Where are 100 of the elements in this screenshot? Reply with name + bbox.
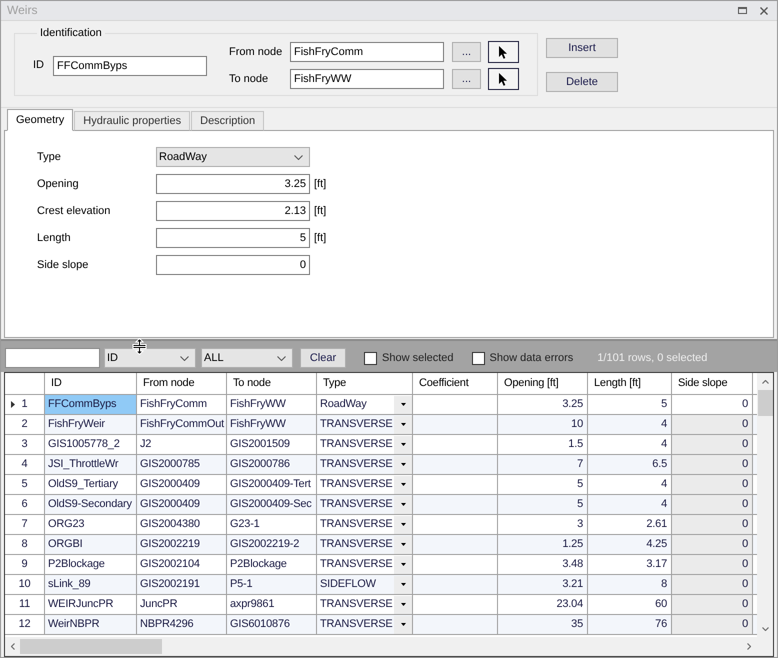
dropdown-button[interactable] — [394, 396, 412, 414]
caret-down-icon — [400, 423, 406, 426]
dropdown-cell[interactable]: TRANSVERSE — [317, 535, 413, 554]
node-field[interactable]: FishFryWW — [290, 69, 444, 89]
row-indicator-icon — [11, 401, 15, 408]
column-header[interactable]: Length [ft] — [588, 373, 672, 394]
table-cell: 0 — [672, 495, 753, 514]
tab[interactable]: Description — [191, 111, 264, 131]
field-label: Crest elevation — [37, 204, 112, 218]
id-field[interactable]: FFCommByps — [53, 56, 207, 76]
filter-field[interactable] — [5, 348, 100, 368]
dropdown-button[interactable] — [394, 476, 412, 494]
dropdown-button[interactable] — [394, 436, 412, 454]
caret-down-icon — [400, 603, 406, 606]
dropdown-cell[interactable]: TRANSVERSE — [317, 595, 413, 614]
dropdown-cell[interactable]: TRANSVERSE — [317, 495, 413, 514]
column-header[interactable]: Opening [ft] — [498, 373, 588, 394]
number-field[interactable]: 2.13 — [156, 201, 310, 221]
dropdown-button[interactable] — [394, 596, 412, 614]
action-button[interactable]: Delete — [546, 72, 618, 92]
column-header[interactable]: From node — [137, 373, 227, 394]
number-field[interactable]: 0 — [156, 255, 310, 275]
scrollbar-thumb[interactable] — [20, 639, 162, 654]
dropdown-cell[interactable]: TRANSVERSE — [317, 435, 413, 454]
dropdown-cell[interactable]: TRANSVERSE — [317, 415, 413, 434]
unit-label: [ft] — [314, 178, 326, 190]
checkbox[interactable] — [364, 352, 377, 364]
dropdown-cell[interactable]: TRANSVERSE — [317, 615, 413, 634]
dropdown-button[interactable] — [394, 576, 412, 594]
cell-text: TRANSVERSE — [320, 518, 393, 531]
row-header[interactable]: 2 — [5, 415, 45, 434]
table-cell: 0 — [672, 555, 753, 574]
row-header[interactable]: 8 — [5, 535, 45, 554]
row-number: 10 — [18, 578, 30, 591]
row-number: 7 — [22, 518, 28, 531]
chevron-up-icon[interactable] — [762, 380, 768, 384]
dropdown-cell[interactable]: SIDEFLOW — [317, 575, 413, 594]
dropdown-button[interactable] — [394, 556, 412, 574]
tab[interactable]: Geometry — [7, 109, 74, 131]
id-label: ID — [33, 59, 45, 72]
table-cell: GIS1005778_2 — [45, 435, 137, 454]
tab[interactable]: Hydraulic properties — [74, 111, 190, 131]
column-header[interactable]: ID — [45, 373, 137, 394]
column-header[interactable]: Coefficient — [413, 373, 498, 394]
table-cell: P5-1 — [227, 575, 317, 594]
checkbox-label[interactable]: Show selected — [382, 352, 454, 364]
row-count-status: 1/101 rows, 0 selected — [597, 350, 708, 366]
dropdown-cell[interactable]: RoadWay — [317, 395, 413, 414]
chevron-down-icon — [180, 356, 189, 360]
dropdown-cell[interactable]: TRANSVERSE — [317, 555, 413, 574]
dropdown-button[interactable] — [394, 616, 412, 634]
row-number: 6 — [22, 498, 28, 511]
close-icon[interactable] — [760, 6, 768, 14]
row-header[interactable]: 6 — [5, 495, 45, 514]
table-cell: 23.04 — [498, 595, 588, 614]
chevron-right-icon[interactable] — [747, 643, 751, 650]
maximize-icon[interactable] — [738, 7, 747, 14]
chevron-left-icon[interactable] — [10, 643, 14, 650]
table-cell: axpr9861 — [227, 595, 317, 614]
table-cell: 0 — [672, 455, 753, 474]
chevron-down-icon[interactable] — [762, 626, 768, 630]
scrollbar-thumb[interactable] — [758, 390, 773, 416]
dropdown-button[interactable] — [394, 536, 412, 554]
action-button[interactable]: Insert — [546, 38, 618, 58]
clear-button[interactable]: Clear — [300, 348, 346, 368]
pick-button[interactable] — [488, 41, 519, 63]
column-header[interactable]: Side slope — [672, 373, 753, 394]
dropdown-button[interactable] — [394, 416, 412, 434]
table-cell: 5 — [498, 495, 588, 514]
row-number: 2 — [22, 418, 28, 431]
node-field[interactable]: FishFryComm — [290, 42, 444, 62]
column-dropdown[interactable]: ID — [104, 348, 196, 368]
number-field[interactable]: 5 — [156, 228, 310, 248]
dropdown-cell[interactable]: TRANSVERSE — [317, 455, 413, 474]
dropdown-cell[interactable]: TRANSVERSE — [317, 475, 413, 494]
number-field[interactable]: 3.25 — [156, 174, 310, 194]
column-header[interactable]: To node — [227, 373, 317, 394]
browse-button[interactable]: ... — [452, 42, 481, 62]
dropdown-cell[interactable]: TRANSVERSE — [317, 515, 413, 534]
field-label: Type — [37, 150, 62, 164]
row-header[interactable]: 12 — [5, 615, 45, 634]
checkbox-label[interactable]: Show data errors — [490, 352, 574, 364]
table-cell: FishFryComm — [137, 395, 227, 414]
column-header[interactable]: Type — [317, 373, 413, 394]
row-header[interactable]: 4 — [5, 455, 45, 474]
dropdown-button[interactable] — [394, 516, 412, 534]
checkbox[interactable] — [472, 352, 485, 364]
vertical-scrollbar[interactable] — [757, 373, 773, 637]
mode-dropdown[interactable]: ALL — [201, 348, 293, 368]
dropdown-button[interactable] — [394, 456, 412, 474]
dropdown-button[interactable] — [394, 496, 412, 514]
type-dropdown[interactable]: RoadWay — [156, 147, 310, 167]
row-header[interactable]: 10 — [5, 575, 45, 594]
cell-text: TRANSVERSE — [320, 558, 393, 571]
horizontal-scrollbar[interactable] — [5, 637, 773, 656]
caret-down-icon — [400, 563, 406, 566]
table-cell: GIS2002219 — [137, 535, 227, 554]
pick-button[interactable] — [488, 68, 519, 90]
table-cell: GIS2000409-Sec — [227, 495, 317, 514]
browse-button[interactable]: ... — [452, 69, 481, 89]
